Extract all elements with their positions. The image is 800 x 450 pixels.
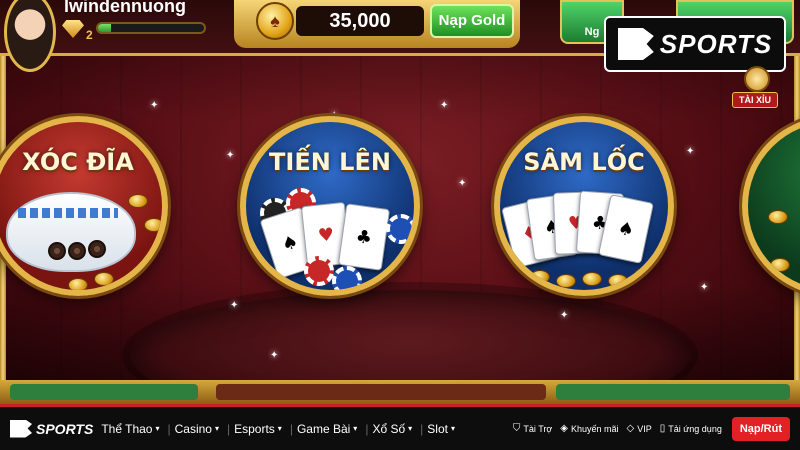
divider: | [167, 421, 171, 436]
game-tile-partial[interactable] [742, 116, 800, 296]
game-tile-xoc-dia[interactable]: XÓC ĐĨA [0, 116, 168, 296]
coin-icon [530, 270, 550, 284]
nav-item-casino[interactable]: Casino ▾ [175, 422, 219, 436]
shield-icon: ⛉ [512, 423, 521, 434]
chip-icon [304, 256, 334, 286]
util-vip[interactable]: ◇ VIP [627, 423, 652, 434]
util-tai-tro[interactable]: ⛉ Tài Trợ [513, 423, 552, 434]
chevron-down-icon: ▾ [214, 424, 219, 433]
nav-label: Casino [174, 421, 212, 436]
sparkle: ✦ [270, 350, 279, 361]
brand-name: SPORTS [659, 28, 773, 59]
sparkle: ✦ [230, 300, 239, 311]
token-icon [68, 242, 86, 260]
coin-icon [556, 274, 576, 288]
nav-item-esports[interactable]: Esports ▾ [234, 422, 282, 436]
chip-icon [332, 266, 362, 290]
nav-label: Thể Thao [101, 421, 153, 436]
coin-icon [94, 272, 114, 286]
nav-label: Game Bài [296, 421, 351, 436]
coin-icon [144, 218, 162, 232]
b-logo-icon [617, 28, 654, 60]
util-label: Khuyến mãi [571, 423, 619, 434]
nav-label: Slot [427, 421, 448, 436]
footer-logo-text: SPORTS [36, 420, 94, 437]
chevron-down-icon: ▾ [353, 424, 358, 433]
util-khuyen-mai[interactable]: ◈ Khuyến mãi [560, 423, 618, 434]
bottom-bar-segment [216, 384, 546, 400]
game-tile-sam-loc[interactable]: SÂM LỐC ♦ ♠ ♥ ♣ ♠ [494, 116, 674, 296]
game-tile-label: SÂM LỐC [523, 148, 645, 176]
vip-level: 2 [86, 28, 93, 42]
util-tai-ung-dung[interactable]: ▯ Tải ứng dụng [660, 423, 722, 434]
phone-icon: ▯ [659, 423, 666, 434]
chevron-down-icon: ▾ [155, 424, 160, 433]
chevron-down-icon: ▾ [408, 424, 413, 433]
token-icon [48, 242, 66, 260]
coin-icon [68, 278, 88, 290]
coin-icon [608, 274, 628, 288]
game-tile-tien-len[interactable]: TIẾN LÊN ♠ ♥ ♣ [240, 116, 420, 296]
tai-xiu-icon[interactable] [744, 66, 770, 92]
util-label: VIP [637, 423, 652, 434]
bottom-bar-segment [556, 384, 790, 400]
footer-logo[interactable]: SPORTS [10, 419, 94, 438]
coin-icon [770, 258, 790, 272]
token-icon [88, 240, 106, 258]
diamond-icon [62, 20, 84, 38]
nav-item-slot[interactable]: Slot ▾ [427, 422, 455, 436]
xp-progress-fill [98, 24, 111, 32]
sparkle: ✦ [700, 282, 709, 293]
bowl-pattern [18, 208, 118, 218]
divider: | [289, 421, 293, 436]
nap-gold-button[interactable]: Nạp Gold [430, 4, 514, 38]
coin-balance: 35,000 [296, 6, 424, 36]
sparkle: ✦ [150, 100, 159, 111]
nav-label: Esports [234, 421, 275, 436]
card-icon: ♣ [337, 203, 391, 271]
sparkle: ✦ [560, 310, 569, 321]
coin-icon [634, 268, 654, 282]
nap-rut-button[interactable]: Nạp/Rút [731, 416, 790, 441]
game-tile-label: XÓC ĐĨA [22, 148, 134, 176]
util-label: Tải ứng dụng [668, 423, 722, 434]
divider: | [420, 421, 424, 436]
nav-item-xo-so[interactable]: Xổ Số ▾ [372, 422, 412, 436]
brand-logo: SPORTS [604, 16, 786, 72]
tai-xiu-badge[interactable]: TÀI XỈU [732, 92, 778, 108]
divider: | [226, 421, 231, 436]
bottom-bar-segment [10, 384, 198, 400]
sparkle: ✦ [226, 150, 235, 161]
coin-icon [768, 210, 788, 224]
footer-utilities: ⛉ Tài Trợ ◈ Khuyến mãi ◇ VIP ▯ Tải ứng dụng … [505, 416, 790, 441]
sparkle: ✦ [686, 146, 695, 157]
bowl-icon [6, 192, 136, 272]
divider: | [365, 421, 369, 436]
chevron-down-icon: ▾ [450, 424, 455, 433]
b-logo-icon [10, 419, 32, 438]
nav-label: Xổ Số [372, 421, 406, 436]
spade-coin-icon: ♠ [256, 2, 294, 40]
coin-icon [128, 194, 148, 208]
lobby-bottom-bar [0, 380, 800, 404]
sparkle: ✦ [440, 100, 449, 111]
chevron-down-icon: ▾ [277, 424, 282, 433]
util-label: Tài Trợ [523, 423, 553, 434]
diamond-icon: ◇ [626, 423, 635, 434]
chip-icon [386, 214, 414, 244]
coin-icon [582, 272, 602, 286]
footer-nav: SPORTS Thể Thao ▾ | Casino ▾ | Esports ▾ | … [0, 404, 800, 450]
sparkle: ✦ [458, 178, 467, 189]
nav-item-game-bai[interactable]: Game Bài ▾ [297, 422, 357, 436]
username: lwindennuong [64, 0, 186, 16]
tag-icon: ◈ [560, 423, 568, 434]
xp-progress-bar [96, 22, 206, 34]
nav-item-the-thao[interactable]: Thể Thao ▾ [101, 422, 159, 436]
game-tile-label: TIẾN LÊN [269, 148, 391, 176]
